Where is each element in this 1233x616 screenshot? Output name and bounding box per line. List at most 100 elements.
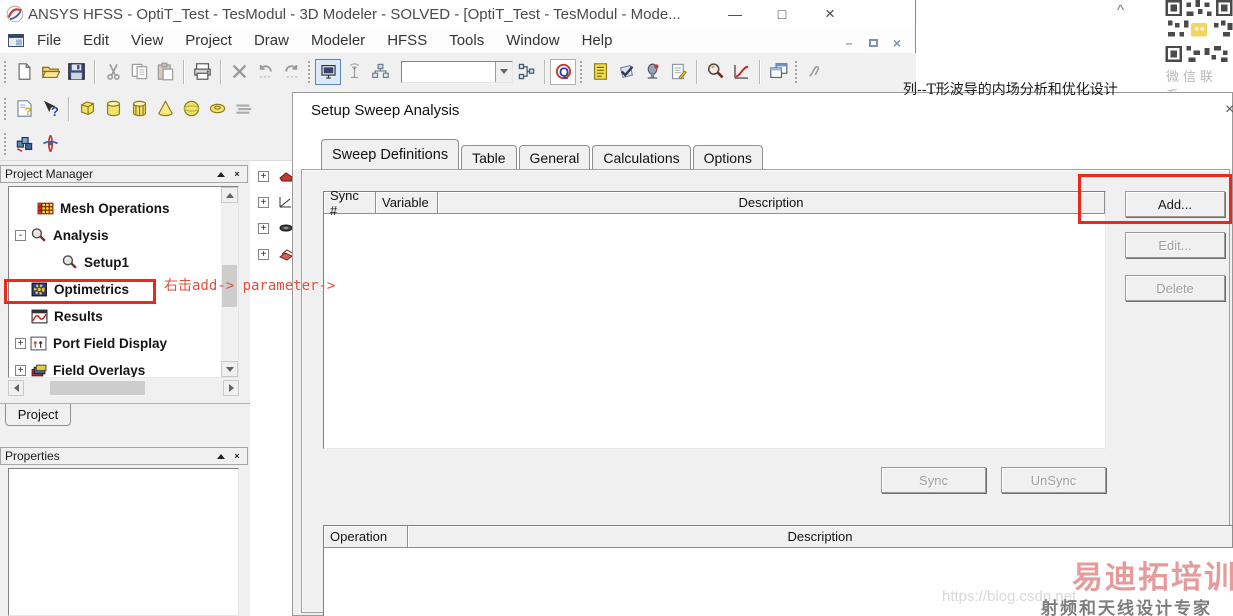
- analyze-icon[interactable]: [639, 59, 665, 85]
- toolbar-drag-handle[interactable]: [3, 96, 8, 121]
- column-description[interactable]: Description: [438, 192, 1105, 214]
- combobox-dropdown-button[interactable]: [495, 61, 512, 82]
- scroll-left-icon[interactable]: [8, 380, 24, 396]
- scroll-right-icon[interactable]: [223, 380, 239, 396]
- delete-x-icon[interactable]: [226, 59, 252, 85]
- draw-sphere-icon[interactable]: [178, 96, 204, 122]
- maximize-button[interactable]: □: [765, 0, 799, 28]
- tab-sweep-definitions[interactable]: Sweep Definitions: [321, 139, 460, 169]
- toolbar-drag-handle[interactable]: [579, 59, 584, 84]
- paste-icon[interactable]: [152, 59, 178, 85]
- minimize-button[interactable]: —: [718, 0, 752, 28]
- validate-rocket-icon[interactable]: [37, 131, 63, 157]
- boundaries-icon[interactable]: [11, 131, 37, 157]
- draw-cylinder-icon[interactable]: [100, 96, 126, 122]
- panel-collapse-icon[interactable]: [214, 450, 228, 463]
- toolbar-drag-handle[interactable]: [3, 131, 8, 156]
- panel-close-icon[interactable]: ×: [230, 450, 244, 463]
- modeler-tree-node[interactable]: +: [258, 171, 293, 182]
- panel-close-icon[interactable]: ×: [230, 168, 244, 181]
- menu-hfss[interactable]: HFSS: [376, 30, 438, 51]
- panel-collapse-icon[interactable]: [214, 168, 228, 181]
- solve-monitor-icon[interactable]: [315, 58, 341, 85]
- q-solver-icon[interactable]: Q: [550, 58, 576, 85]
- datasets-doc-icon[interactable]: [587, 59, 613, 85]
- menu-file[interactable]: File: [26, 30, 72, 51]
- expand-expander[interactable]: +: [15, 338, 26, 349]
- tree-horizontal-scrollbar[interactable]: [8, 380, 239, 396]
- modeler-tree-node[interactable]: +: [258, 197, 291, 208]
- mdi-restore-button[interactable]: [862, 35, 884, 51]
- scrollbar-thumb[interactable]: [50, 381, 145, 395]
- validate-check-icon[interactable]: [613, 59, 639, 85]
- network-analysis-icon[interactable]: [367, 59, 393, 85]
- draw-polyline-icon[interactable]: [230, 96, 256, 122]
- collapse-caret-icon[interactable]: ^: [1117, 2, 1124, 19]
- toolbar-drag-handle[interactable]: [794, 59, 799, 84]
- tree-item-analysis[interactable]: - Analysis: [9, 222, 238, 249]
- draw-box-icon[interactable]: [74, 96, 100, 122]
- modeler-tree-node[interactable]: +: [258, 223, 293, 234]
- scroll-up-icon[interactable]: [221, 187, 238, 203]
- mdi-minimize-button[interactable]: –: [838, 35, 860, 51]
- draw-cone-icon[interactable]: [152, 96, 178, 122]
- undo-icon[interactable]: [252, 59, 278, 85]
- tab-general[interactable]: General: [518, 145, 591, 169]
- delete-button[interactable]: Delete: [1125, 275, 1225, 301]
- project-manager-header[interactable]: Project Manager ×: [0, 165, 248, 183]
- toolbar-drag-handle[interactable]: [3, 59, 8, 84]
- edit-notes-icon[interactable]: [665, 59, 691, 85]
- sync-button[interactable]: Sync: [881, 467, 986, 493]
- expand-expander[interactable]: +: [15, 365, 26, 376]
- new-file-icon[interactable]: [11, 59, 37, 85]
- sweep-definitions-table[interactable]: Sync # Variable Description: [323, 188, 1106, 449]
- zoom-results-icon[interactable]: [702, 59, 728, 85]
- cascade-windows-icon[interactable]: [765, 59, 791, 85]
- help-doc-icon[interactable]: ?: [11, 96, 37, 122]
- menu-window[interactable]: Window: [495, 30, 570, 51]
- menu-modeler[interactable]: Modeler: [300, 30, 376, 51]
- menu-edit[interactable]: Edit: [72, 30, 120, 51]
- report-curve-icon[interactable]: [728, 59, 754, 85]
- toolbar-drag-handle[interactable]: [307, 59, 312, 84]
- tree-item-port-field-display[interactable]: + Port Field Display: [9, 330, 238, 357]
- tree-item-results[interactable]: Results: [9, 303, 238, 330]
- save-icon[interactable]: [63, 59, 89, 85]
- tree-item-setup1[interactable]: Setup1: [9, 249, 238, 276]
- modeler-tree-node[interactable]: +: [258, 249, 293, 261]
- draw-polyhedron-icon[interactable]: [126, 96, 152, 122]
- tree-item-mesh-operations[interactable]: Mesh Operations: [9, 195, 238, 222]
- tree-item-field-overlays[interactable]: + Field Overlays: [9, 357, 238, 377]
- mdi-close-button[interactable]: ×: [886, 35, 908, 51]
- menu-view[interactable]: View: [120, 30, 174, 51]
- copy-icon[interactable]: [126, 59, 152, 85]
- print-icon[interactable]: [189, 59, 215, 85]
- pan-hand-icon[interactable]: [802, 59, 828, 85]
- column-sync[interactable]: Sync #: [324, 188, 376, 218]
- tab-table[interactable]: Table: [461, 145, 517, 169]
- open-folder-icon[interactable]: [37, 59, 63, 85]
- remote-analysis-icon[interactable]: [341, 59, 367, 85]
- menu-draw[interactable]: Draw: [243, 30, 300, 51]
- scroll-down-icon[interactable]: [221, 361, 238, 377]
- material-combobox[interactable]: [401, 60, 513, 83]
- redo-icon[interactable]: [278, 59, 304, 85]
- menu-project[interactable]: Project: [174, 30, 243, 51]
- close-button[interactable]: ×: [813, 0, 847, 28]
- properties-header[interactable]: Properties ×: [0, 447, 248, 465]
- tab-calculations[interactable]: Calculations: [592, 145, 691, 169]
- menu-help[interactable]: Help: [571, 30, 624, 51]
- tab-project[interactable]: Project: [5, 404, 71, 426]
- unsync-button[interactable]: UnSync: [1001, 467, 1106, 493]
- menu-tools[interactable]: Tools: [438, 30, 495, 51]
- column-variable[interactable]: Variable: [376, 192, 438, 214]
- column-operation[interactable]: Operation: [324, 526, 408, 548]
- connection-tree-icon[interactable]: [513, 59, 539, 85]
- draw-torus-icon[interactable]: [204, 96, 230, 122]
- dialog-close-icon[interactable]: ×: [1225, 101, 1233, 119]
- collapse-expander[interactable]: -: [15, 230, 26, 241]
- edit-button[interactable]: Edit...: [1125, 232, 1225, 258]
- tab-options[interactable]: Options: [692, 145, 763, 169]
- column-description[interactable]: Description: [408, 526, 1233, 548]
- context-help-icon[interactable]: ?: [37, 96, 63, 122]
